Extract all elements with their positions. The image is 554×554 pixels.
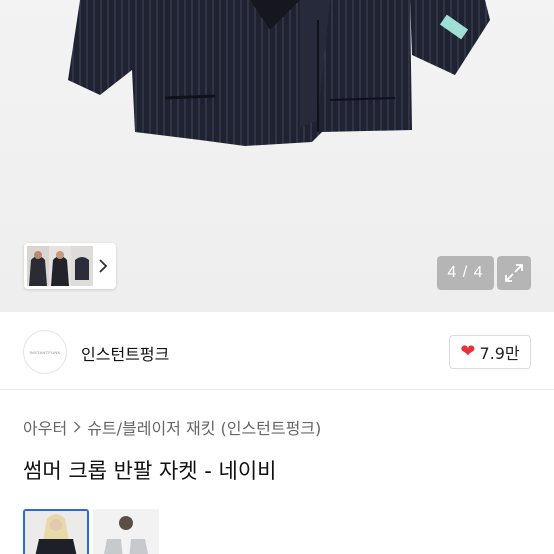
chevron-right-icon[interactable]: [93, 256, 113, 276]
product-title: 썸머 크롭 반팔 자켓 - 네이비: [23, 459, 277, 483]
color-option-gray[interactable]: [93, 509, 159, 554]
breadcrumb: 아우터 슈트/블레이저 재킷 (인스턴트펑크): [23, 415, 321, 439]
shop-name[interactable]: 인스턴트펑크: [81, 341, 169, 365]
breadcrumb-item-outer[interactable]: 아우터: [23, 415, 67, 439]
thumbnail-strip[interactable]: [24, 243, 116, 289]
chevron-right-icon: [73, 418, 81, 437]
heart-icon: ❤: [460, 341, 476, 362]
image-counter: 4 / 4: [437, 256, 494, 290]
color-option-navy[interactable]: [23, 509, 89, 554]
breadcrumb-item-category[interactable]: 슈트/블레이저 재킷 (인스턴트펑크): [87, 415, 321, 439]
expand-icon: [505, 264, 523, 282]
expand-button[interactable]: [497, 256, 531, 290]
thumbnail-images[interactable]: [27, 246, 93, 286]
color-options: [23, 509, 159, 554]
shop-logo[interactable]: INSTANTFUNK: [23, 330, 67, 374]
like-count: 7.9만: [479, 344, 520, 363]
product-image-gallery[interactable]: 4 / 4: [0, 0, 554, 312]
like-button[interactable]: ❤ 7.9만: [449, 335, 531, 369]
shop-row: INSTANTFUNK 인스턴트펑크 ❤ 7.9만: [0, 312, 554, 390]
